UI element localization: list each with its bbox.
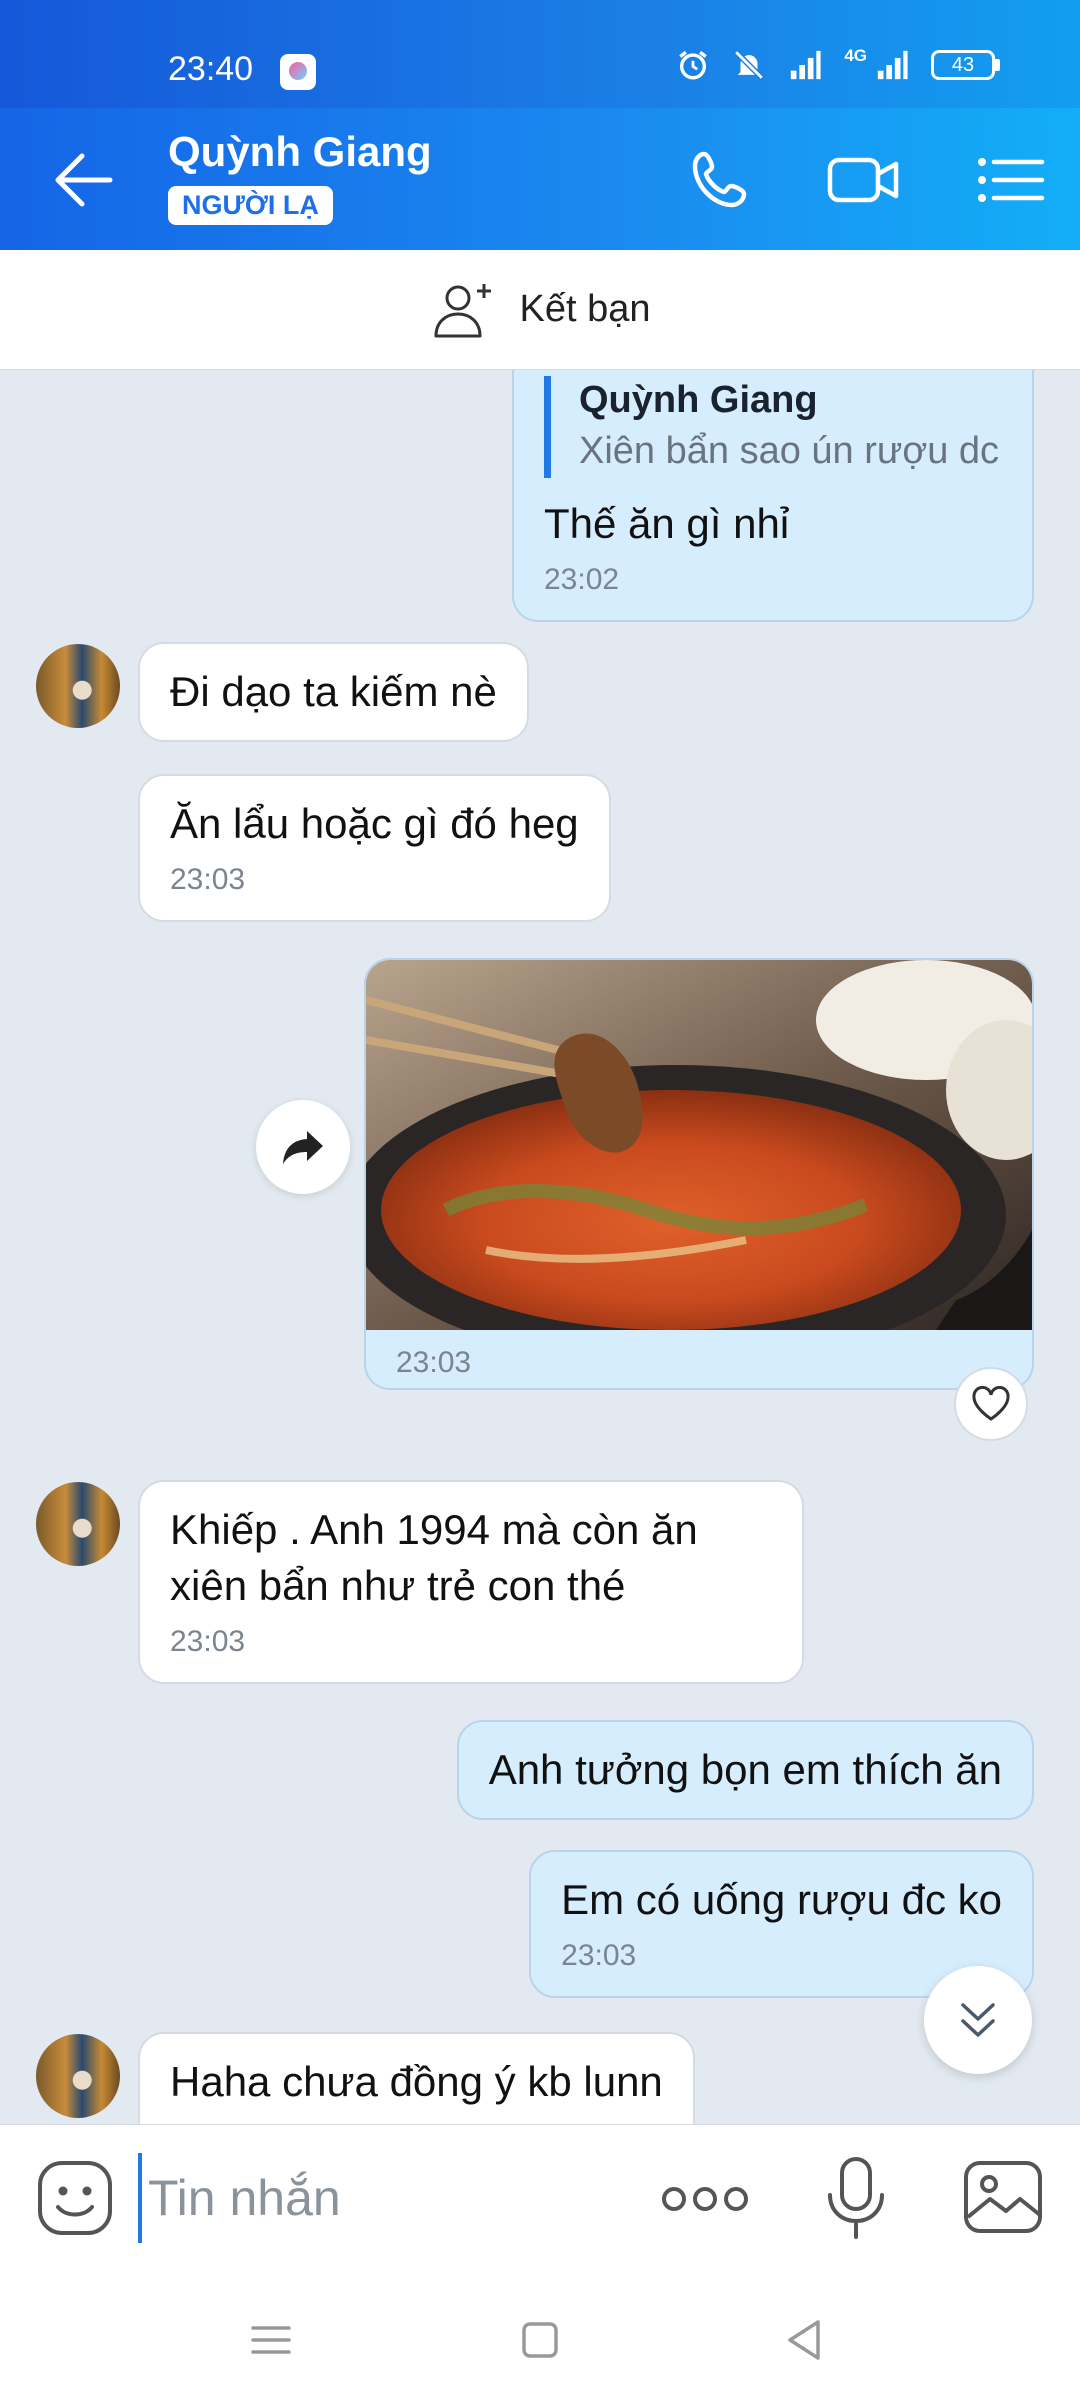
react-heart-button[interactable] [954, 1367, 1028, 1441]
message-text: Đi dạo ta kiếm nè [170, 668, 497, 715]
home-icon[interactable] [510, 2310, 570, 2370]
message-incoming[interactable]: Ăn lẩu hoặc gì đó heg 23:03 [138, 774, 611, 922]
share-arrow-icon [283, 1131, 323, 1164]
mute-bell-icon [734, 50, 765, 80]
video-call-icon[interactable] [826, 146, 902, 214]
heart-icon [972, 1386, 1010, 1421]
message-time: 23:03 [170, 1625, 246, 1658]
message-text-line1: Khiếp . Anh 1994 mà còn ăn [170, 1506, 698, 1553]
signal-icon [791, 50, 821, 80]
reply-quote[interactable]: Quỳnh Giang Xiên bẩn sao ún rượu dc [544, 376, 1002, 478]
message-text: Em có uống rượu đc ko [561, 1876, 1002, 1923]
menu-list-icon[interactable] [972, 146, 1048, 214]
avatar[interactable] [36, 1482, 120, 1566]
back-arrow-icon[interactable] [48, 148, 118, 212]
message-time: 23:03 [396, 1346, 472, 1379]
status-icons: 4G 43 [676, 46, 1000, 82]
avatar[interactable] [36, 2034, 120, 2118]
phone-icon[interactable] [686, 146, 762, 214]
message-outgoing-photo[interactable]: 23:03 [364, 958, 1034, 1390]
message-incoming[interactable]: Đi dạo ta kiếm nè [138, 642, 529, 742]
system-navigation-bar [0, 2274, 1080, 2400]
message-list[interactable]: Quỳnh Giang Xiên bẩn sao ún rượu dc Thế … [0, 370, 1080, 2124]
microphone-icon[interactable] [820, 2155, 892, 2241]
message-time: 23:03 [561, 1939, 637, 1972]
status-bar: 23:40 4G 43 [0, 0, 1080, 108]
alarm-icon [679, 50, 708, 80]
message-text: Ăn lẩu hoặc gì đó heg [170, 800, 579, 847]
forward-button[interactable] [256, 1100, 350, 1194]
message-outgoing[interactable]: Anh tưởng bọn em thích ăn [456, 1720, 1034, 1820]
image-icon[interactable] [962, 2159, 1044, 2235]
add-friend-label: Kết bạn [519, 288, 651, 330]
message-time: 23:02 [544, 563, 620, 596]
emoji-icon[interactable] [36, 2159, 114, 2237]
message-text: Thế ăn gì nhỉ [544, 500, 790, 547]
contact-name[interactable]: Quỳnh Giang [168, 128, 432, 176]
notification-app-icon [280, 54, 316, 90]
scroll-to-bottom-button[interactable] [924, 1966, 1032, 2074]
message-input-bar [0, 2124, 1080, 2274]
message-incoming[interactable]: Haha chưa đồng ý kb lunn [138, 2032, 695, 2124]
chat-header: 23:40 4G 43 Quỳnh Giang NGƯỜI LẠ [0, 0, 1080, 250]
hotpot-photo[interactable] [366, 960, 1032, 1330]
message-outgoing[interactable]: Quỳnh Giang Xiên bẩn sao ún rượu dc Thế … [512, 370, 1034, 622]
message-text: Anh tưởng bọn em thích ăn [488, 1746, 1002, 1793]
message-text-line2: xiên bẩn như trẻ con thé [170, 1562, 626, 1609]
message-input[interactable] [138, 2153, 618, 2243]
message-time: 23:03 [170, 863, 246, 896]
recent-apps-icon[interactable] [241, 2310, 301, 2370]
nav-back-icon[interactable] [776, 2310, 836, 2370]
avatar[interactable] [36, 644, 120, 728]
double-chevron-down-icon [961, 2003, 995, 2037]
signal-4g-icon [877, 50, 908, 80]
network-type: 4G [844, 46, 867, 65]
battery-level: 43 [931, 50, 995, 80]
message-text: Haha chưa đồng ý kb lunn [170, 2058, 663, 2105]
battery-icon: 43 [931, 50, 1000, 80]
reply-quote-name: Quỳnh Giang [579, 379, 818, 421]
stranger-badge: NGƯỜI LẠ [168, 186, 333, 225]
more-options-icon[interactable] [660, 2171, 750, 2227]
reply-quote-text: Xiên bẩn sao ún rượu dc [579, 430, 1000, 472]
add-friend-icon [434, 283, 491, 337]
message-incoming[interactable]: Khiếp . Anh 1994 mà còn ăn xiên bẩn như … [138, 1480, 804, 1684]
add-friend-bar[interactable]: Kết bạn [0, 250, 1080, 370]
status-time: 23:40 [168, 50, 254, 88]
